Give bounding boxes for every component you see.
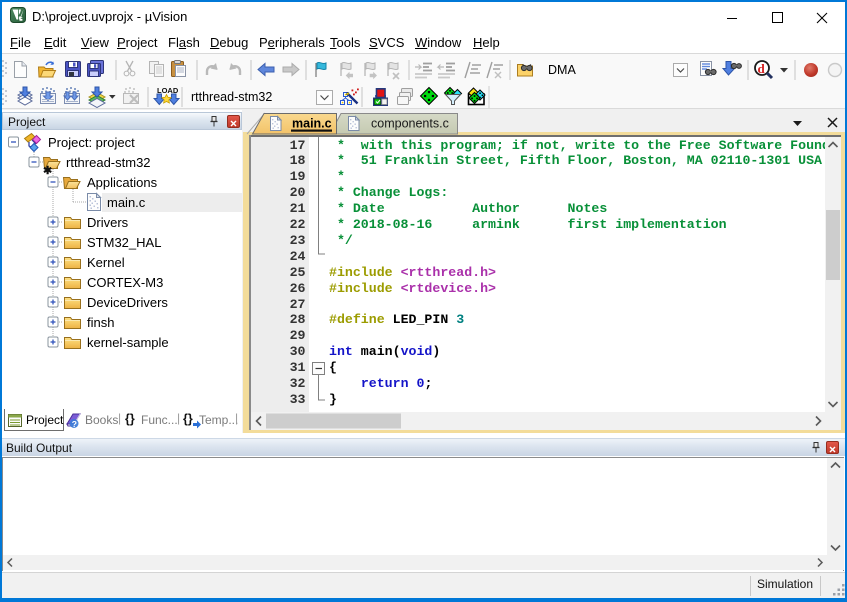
svg-text:main.c: main.c [292, 117, 332, 131]
svg-text:components.c: components.c [371, 117, 449, 131]
svg-text:?: ? [72, 419, 77, 429]
svg-text:✱: ✱ [43, 165, 52, 177]
svg-text:DMA: DMA [548, 63, 576, 77]
svg-text:rtthread-stm32: rtthread-stm32 [191, 90, 272, 104]
svg-text:d: d [758, 61, 766, 76]
